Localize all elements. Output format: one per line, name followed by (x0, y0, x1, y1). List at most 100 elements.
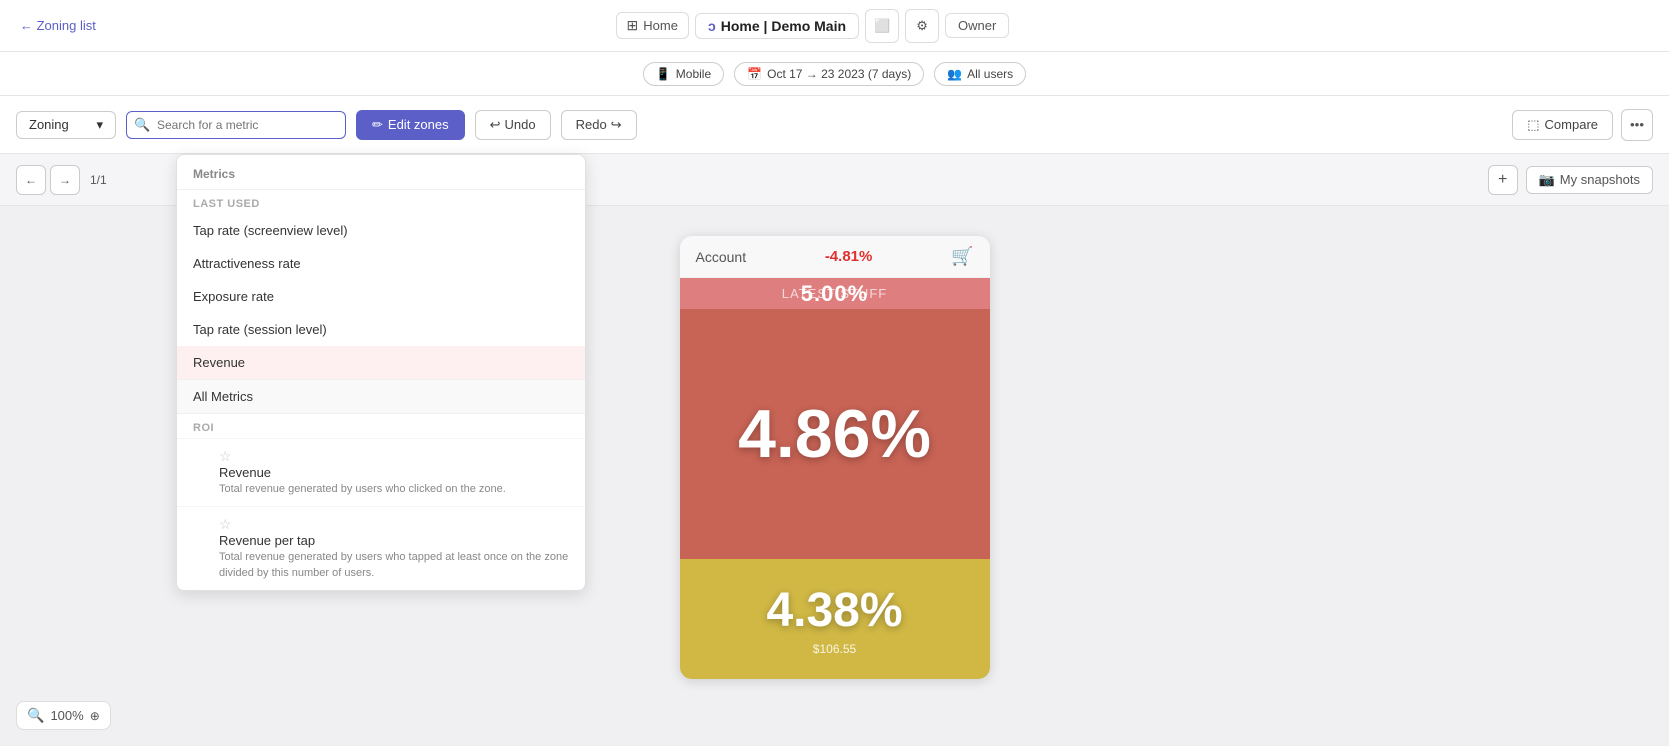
my-snapshots-label: My snapshots (1560, 172, 1640, 187)
all-metrics-item[interactable]: All Metrics (177, 379, 585, 413)
snapshot-icon: 📷 (1539, 172, 1555, 188)
revenue-desc: Total revenue generated by users who cli… (219, 482, 569, 497)
edit-label: Edit zones (388, 117, 449, 132)
revenue-per-tap-desc: Total revenue generated by users who tap… (219, 550, 569, 581)
revenue-per-tap-item[interactable]: ☆ Revenue per tap Total revenue generate… (177, 506, 585, 590)
date-filter[interactable]: 📅 Oct 17 → 23 2023 (7 days) (734, 62, 924, 86)
compare-icon: ⬚ (1527, 117, 1539, 133)
attractiveness-label: Attractiveness rate (193, 256, 301, 271)
add-snapshot-button[interactable]: + (1488, 165, 1518, 195)
search-icon: 🔍 (134, 117, 150, 133)
active-page-label: Home | Demo Main (721, 18, 846, 34)
metric-attractiveness[interactable]: Attractiveness rate (177, 247, 585, 280)
users-icon: 👥 (947, 67, 962, 81)
chevron-down-icon: ▾ (96, 117, 103, 133)
my-snapshots-button[interactable]: 📷 My snapshots (1526, 166, 1653, 194)
metric-exposure[interactable]: Exposure rate (177, 280, 585, 313)
filter-bar: 📱 Mobile 📅 Oct 17 → 23 2023 (7 days) 👥 A… (0, 52, 1669, 96)
edit-zones-button[interactable]: ✏ Edit zones (356, 110, 465, 140)
revenue-title: Revenue (219, 465, 569, 480)
revenue-item[interactable]: ☆ Revenue Total revenue generated by use… (177, 438, 585, 506)
undo-button[interactable]: ↩ Undo (475, 110, 551, 140)
mobile-icon: 📱 (656, 67, 671, 81)
device-label: Mobile (676, 67, 711, 81)
back-link[interactable]: ← Zoning list (20, 18, 96, 33)
gear-icon: ⚙ (916, 18, 928, 34)
zoning-label: Zoning (29, 117, 69, 132)
zone3-pct: 4.38% (766, 583, 902, 638)
revenue-highlighted-label: Revenue (193, 355, 245, 370)
home-button[interactable]: ⊞ Home (616, 12, 689, 39)
nav-left: ← Zoning list (20, 18, 96, 33)
bottom-price: $106.55 (813, 642, 856, 656)
metric-search-input[interactable] (126, 111, 346, 139)
zone2-pct: 4.86% (738, 395, 931, 473)
calendar-icon: 📅 (747, 67, 762, 81)
toolbar-right: ⬚ Compare ••• (1512, 109, 1653, 141)
settings-button[interactable]: ⚙ (905, 9, 939, 43)
zone-main-red: 4.86% (680, 309, 990, 559)
revenue-per-tap-title: Revenue per tap (219, 533, 569, 548)
nav-center: ⊞ Home ↄ Home | Demo Main ⬜ ⚙ Owner (616, 9, 1010, 43)
account-label: Account (696, 249, 747, 265)
users-filter[interactable]: 👥 All users (934, 62, 1026, 86)
exposure-label: Exposure rate (193, 289, 274, 304)
undo-label: Undo (505, 117, 536, 132)
next-button[interactable]: → (50, 165, 80, 195)
users-label: All users (967, 67, 1013, 81)
screenshot-icon: ⬜ (874, 18, 890, 34)
redo-button[interactable]: Redo ↪ (561, 110, 637, 140)
top-nav: ← Zoning list ⊞ Home ↄ Home | Demo Main … (0, 0, 1669, 52)
zoom-bar: 🔍 100% ⊕ (16, 701, 111, 730)
redo-icon: ↪ (611, 117, 622, 133)
star-revenue-icon[interactable]: ☆ (219, 448, 232, 464)
zone1-pct: 5.00% (801, 281, 868, 307)
compare-button[interactable]: ⬚ Compare (1512, 110, 1613, 140)
pencil-icon: ✏ (372, 117, 383, 133)
metric-dropdown: Metrics Last Used Tap rate (screenview l… (176, 154, 586, 591)
date-label: Oct 17 → 23 2023 (7 days) (767, 67, 911, 81)
zoom-level: 100% (50, 708, 83, 723)
redo-label: Redo (576, 117, 607, 132)
roi-section-label: ROI (177, 414, 585, 438)
device-filter[interactable]: 📱 Mobile (643, 62, 724, 86)
undo-icon: ↩ (490, 117, 501, 133)
latest-stuff-bar: LATEST STUFF 5.00% (680, 278, 990, 309)
zoning-dropdown[interactable]: Zoning ▾ (16, 111, 116, 139)
screenshot-button[interactable]: ⬜ (865, 9, 899, 43)
page-count: 1/1 (84, 173, 113, 187)
home-label: Home (643, 18, 678, 33)
roi-section: ROI ☆ Revenue Total revenue generated by… (177, 413, 585, 590)
tap-rate-session-label: Tap rate (session level) (193, 322, 327, 337)
owner-badge[interactable]: Owner (945, 13, 1009, 38)
metric-revenue-highlighted[interactable]: Revenue (177, 346, 585, 379)
prev-button[interactable]: ← (16, 165, 46, 195)
toolbar: Zoning ▾ 🔍 ✏ Edit zones ↩ Undo Redo ↪ ⬚ … (0, 96, 1669, 154)
last-used-section-label: Last Used (177, 190, 585, 214)
active-page-button[interactable]: ↄ Home | Demo Main (695, 13, 859, 39)
ellipsis-icon: ••• (1630, 117, 1644, 132)
metric-tap-rate-session[interactable]: Tap rate (session level) (177, 313, 585, 346)
header-pct: -4.81% (825, 248, 873, 265)
compare-label: Compare (1545, 117, 1598, 132)
phone-mockup: Account -4.81% 🛒 LATEST STUFF 5.00% 4.86… (680, 236, 990, 679)
zone-bottom-yellow: 4.38% $106.55 (680, 559, 990, 679)
zone3-content: 4.38% $106.55 (766, 583, 902, 656)
metric-tap-rate-screenview[interactable]: Tap rate (screenview level) (177, 214, 585, 247)
grid-icon: ⊞ (627, 17, 639, 34)
phone-header: Account -4.81% 🛒 (680, 236, 990, 278)
revenue-per-tap-content: Revenue per tap Total revenue generated … (219, 533, 569, 581)
star-revenue-per-tap-icon[interactable]: ☆ (219, 516, 232, 532)
nav-arrows: ← → 1/1 (16, 165, 113, 195)
zoom-out-icon[interactable]: 🔍 (27, 707, 44, 724)
zoom-in-icon[interactable]: ⊕ (90, 709, 100, 723)
search-wrap: 🔍 (126, 111, 346, 139)
page-icon: ↄ (708, 18, 716, 34)
revenue-item-content: Revenue Total revenue generated by users… (219, 465, 569, 497)
nav-right: + 📷 My snapshots (1488, 165, 1653, 195)
cart-icon: 🛒 (951, 246, 973, 267)
page-wrapper: ← Zoning list ⊞ Home ↄ Home | Demo Main … (0, 0, 1669, 746)
dropdown-header: Metrics (177, 155, 585, 190)
tap-rate-screenview-label: Tap rate (screenview level) (193, 223, 348, 238)
more-options-button[interactable]: ••• (1621, 109, 1653, 141)
